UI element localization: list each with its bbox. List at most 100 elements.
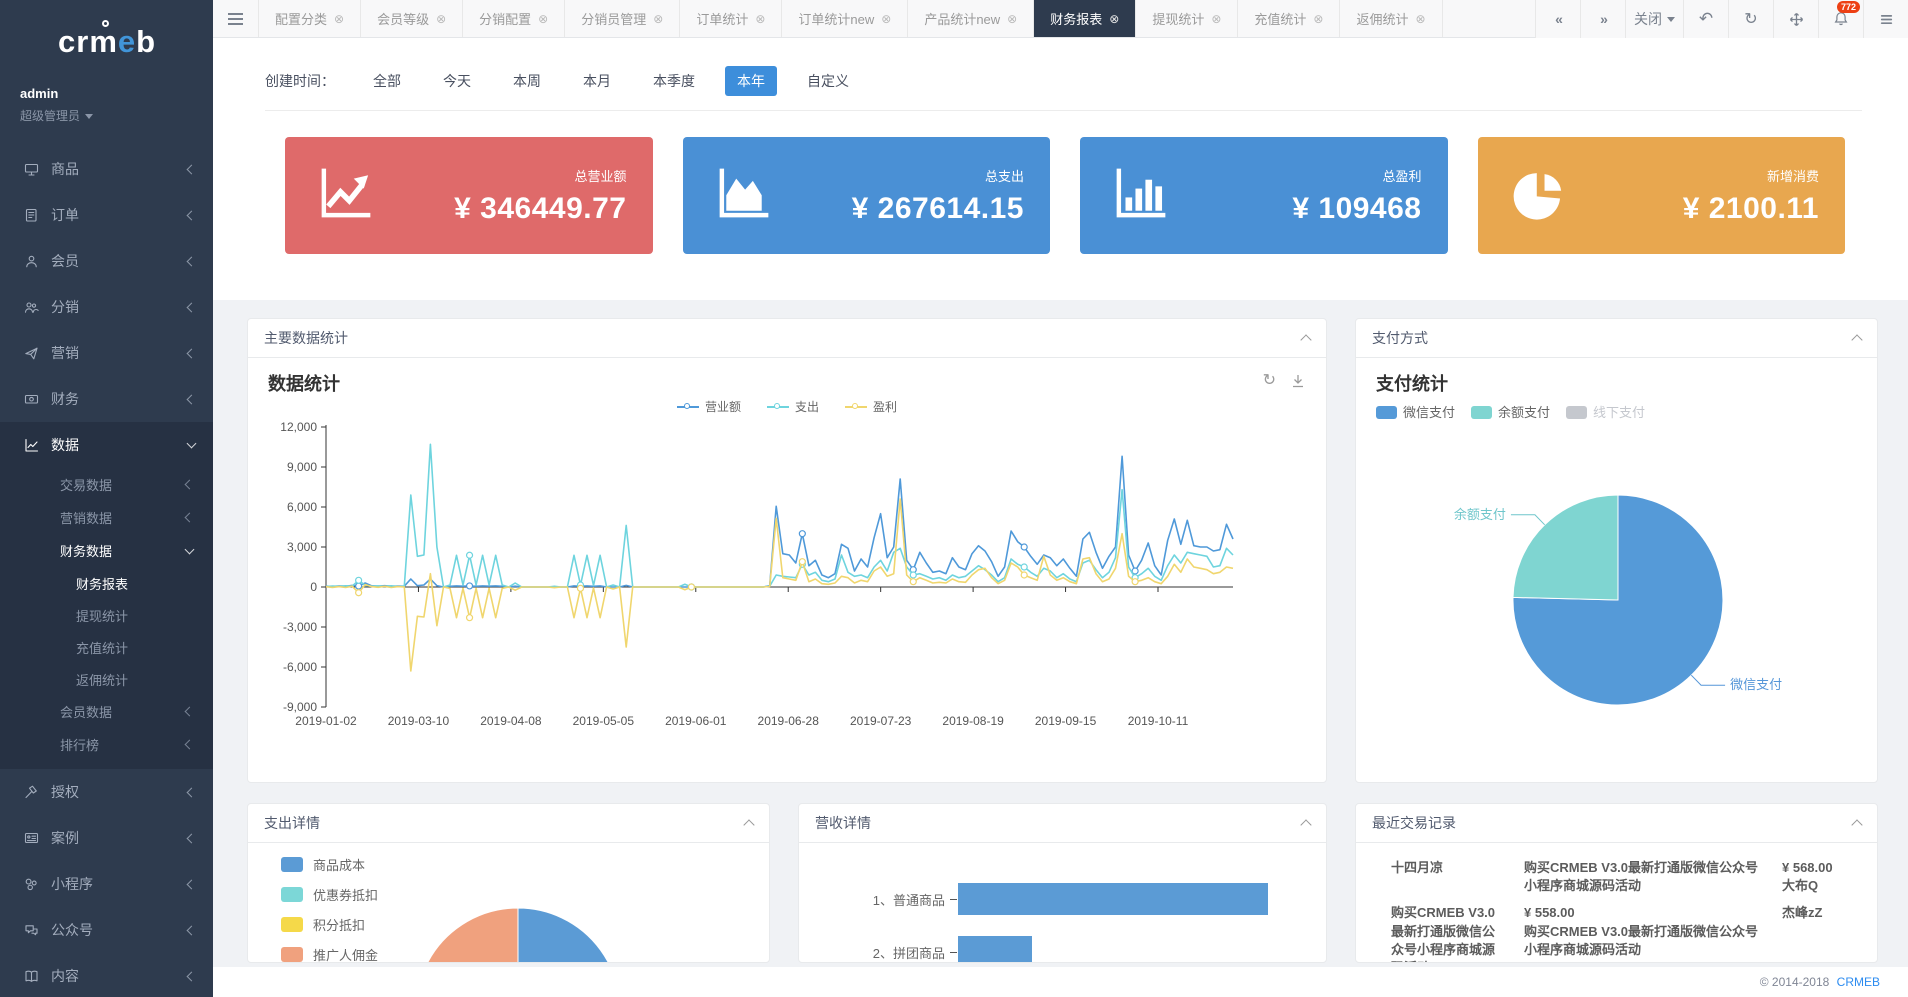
expense-legend-item-商品成本[interactable]: 商品成本 [281, 849, 378, 879]
sidebar-subitem-排行榜[interactable]: 排行榜 [0, 728, 213, 761]
filter-option-全部[interactable]: 全部 [361, 66, 413, 96]
tab-返佣统计[interactable]: 返佣统计⊗ [1340, 0, 1442, 37]
tab-配置分类[interactable]: 配置分类⊗ [259, 0, 361, 37]
legend-item-支出[interactable]: 支出 [767, 398, 819, 415]
sidebar-subitem-label: 会员数据 [60, 702, 186, 721]
stat-card-总营业额[interactable]: 总营业额¥ 346449.77 [285, 137, 653, 254]
pay-legend-item-线下支付[interactable]: 线下支付 [1566, 402, 1645, 421]
close-tabs-dropdown[interactable]: 关闭 [1625, 0, 1683, 38]
sidebar-item-分销[interactable]: 分销 [0, 284, 213, 330]
tab-会员等级[interactable]: 会员等级⊗ [361, 0, 463, 37]
sidebar-item-授权[interactable]: 授权 [0, 769, 213, 815]
tab-订单统计new[interactable]: 订单统计new⊗ [782, 0, 908, 37]
caret-down-icon [85, 114, 93, 119]
download-chart-icon[interactable] [1290, 373, 1306, 393]
collapse-panel-icon[interactable] [743, 819, 754, 830]
filter-option-本年[interactable]: 本年 [725, 66, 777, 96]
tab-财务报表[interactable]: 财务报表⊗ [1034, 0, 1136, 37]
close-tab-icon[interactable]: ⊗ [334, 12, 344, 26]
close-tab-icon[interactable]: ⊗ [1007, 12, 1017, 26]
tab-订单统计[interactable]: 订单统计⊗ [680, 0, 782, 37]
close-tab-icon[interactable]: ⊗ [436, 12, 446, 26]
close-tab-icon[interactable]: ⊗ [1415, 12, 1425, 26]
stat-card-text: 总盈利¥ 109468 [1172, 166, 1422, 226]
payment-pie-chart[interactable]: 余额支付微信支付 [1376, 423, 1859, 771]
collapse-panel-icon[interactable] [1851, 819, 1862, 830]
sidebar-item-案例[interactable]: 案例 [0, 815, 213, 861]
close-tab-icon[interactable]: ⊗ [538, 12, 548, 26]
refresh-page-button[interactable]: ↻ [1728, 0, 1773, 38]
miniapp-icon [24, 877, 39, 892]
close-tab-icon[interactable]: ⊗ [1109, 12, 1119, 26]
bar-2、拼团商品[interactable] [958, 936, 1032, 963]
undo-button[interactable]: ↶ [1683, 0, 1728, 38]
sidebar-item-公众号[interactable]: 公众号 [0, 907, 213, 953]
tab-充值统计[interactable]: 充值统计⊗ [1238, 0, 1340, 37]
summary-card: 创建时间： 全部今天本周本月本季度本年自定义 总营业额¥ 346449.77总支… [213, 38, 1908, 300]
sidebar-subitem-充值统计[interactable]: 充值统计 [0, 631, 213, 663]
scroll-tabs-left-button[interactable]: « [1535, 0, 1580, 38]
scroll-tabs-right-button[interactable]: » [1580, 0, 1625, 38]
sidebar-item-小程序[interactable]: 小程序 [0, 861, 213, 907]
stat-card-新增消费[interactable]: 新增消费¥ 2100.11 [1478, 137, 1846, 254]
tab-提现统计[interactable]: 提现统计⊗ [1136, 0, 1238, 37]
stat-card-总支出[interactable]: 总支出¥ 267614.15 [683, 137, 1051, 254]
filter-option-本周[interactable]: 本周 [501, 66, 553, 96]
revenue-bar-chart[interactable]: 1、普通商品2、拼团商品 [799, 843, 1326, 963]
brand-link[interactable]: CRMEB [1837, 975, 1880, 989]
line-chart[interactable]: -9,000-6,000-3,00003,0006,0009,00012,000… [268, 419, 1308, 731]
legend-marker [845, 406, 867, 408]
tab-分销员管理[interactable]: 分销员管理⊗ [565, 0, 680, 37]
sidebar-item-财务[interactable]: 财务 [0, 376, 213, 422]
pay-legend-item-余额支付[interactable]: 余额支付 [1471, 402, 1550, 421]
refresh-chart-icon[interactable]: ↻ [1263, 373, 1276, 393]
collapse-panel-icon[interactable] [1300, 819, 1311, 830]
close-tab-icon[interactable]: ⊗ [653, 12, 663, 26]
pay-legend-item-微信支付[interactable]: 微信支付 [1376, 402, 1455, 421]
sidebar-subitem-营销数据[interactable]: 营销数据 [0, 501, 213, 534]
filter-option-本月[interactable]: 本月 [571, 66, 623, 96]
expense-legend-item-优惠券抵扣[interactable]: 优惠券抵扣 [281, 879, 378, 909]
filter-option-本季度[interactable]: 本季度 [641, 66, 707, 96]
legend-label: 线下支付 [1593, 405, 1645, 420]
bar-1、普通商品[interactable] [958, 883, 1268, 915]
filter-option-自定义[interactable]: 自定义 [795, 66, 861, 96]
sidebar-item-数据[interactable]: 数据 [0, 422, 213, 468]
collapse-sidebar-button[interactable] [213, 0, 259, 37]
user-menu-button[interactable] [1863, 0, 1908, 38]
footer: © 2014-2018 CRMEB [213, 967, 1908, 997]
sidebar-item-营销[interactable]: 营销 [0, 330, 213, 376]
collapse-panel-icon[interactable] [1851, 334, 1862, 345]
sidebar-item-商品[interactable]: 商品 [0, 146, 213, 192]
svg-text:2019-07-23: 2019-07-23 [850, 714, 912, 728]
sidebar-item-会员[interactable]: 会员 [0, 238, 213, 284]
expense-legend-item-积分抵扣[interactable]: 积分抵扣 [281, 909, 378, 939]
legend-item-盈利[interactable]: 盈利 [845, 398, 897, 415]
sidebar-subitem-提现统计[interactable]: 提现统计 [0, 599, 213, 631]
sidebar-subitem-财务报表[interactable]: 财务报表 [0, 567, 213, 599]
close-tab-icon[interactable]: ⊗ [1313, 12, 1323, 26]
sidebar-subitem-财务数据[interactable]: 财务数据 [0, 534, 213, 567]
chart-title: 数据统计 [268, 370, 340, 396]
tab-分销配置[interactable]: 分销配置⊗ [463, 0, 565, 37]
sidebar-subitem-会员数据[interactable]: 会员数据 [0, 695, 213, 728]
close-tab-icon[interactable]: ⊗ [1211, 12, 1221, 26]
sidebar-item-内容[interactable]: 内容 [0, 953, 213, 997]
notifications-button[interactable]: 772 [1818, 0, 1863, 38]
sidebar-subitem-交易数据[interactable]: 交易数据 [0, 468, 213, 501]
filter-option-今天[interactable]: 今天 [431, 66, 483, 96]
close-tab-icon[interactable]: ⊗ [755, 12, 765, 26]
expense-legend-item-推广人佣金[interactable]: 推广人佣金 [281, 939, 378, 963]
fullscreen-button[interactable] [1773, 0, 1818, 38]
charts-row: 主要数据统计 数据统计 ↻ 营业额支出盈利 -9,000-6,000-3,0 [247, 318, 1878, 783]
legend-item-营业额[interactable]: 营业额 [677, 398, 741, 415]
stat-card-总盈利[interactable]: 总盈利¥ 109468 [1080, 137, 1448, 254]
collapse-panel-icon[interactable] [1300, 334, 1311, 345]
sidebar-subitem-返佣统计[interactable]: 返佣统计 [0, 663, 213, 695]
tab-产品统计new[interactable]: 产品统计new⊗ [908, 0, 1034, 37]
sidebar-item-订单[interactable]: 订单 [0, 192, 213, 238]
user-role-dropdown[interactable]: 超级管理员 [20, 107, 213, 124]
legend-label: 余额支付 [1498, 405, 1550, 420]
close-tab-icon[interactable]: ⊗ [881, 12, 891, 26]
stat-card-value: ¥ 346449.77 [377, 192, 627, 226]
